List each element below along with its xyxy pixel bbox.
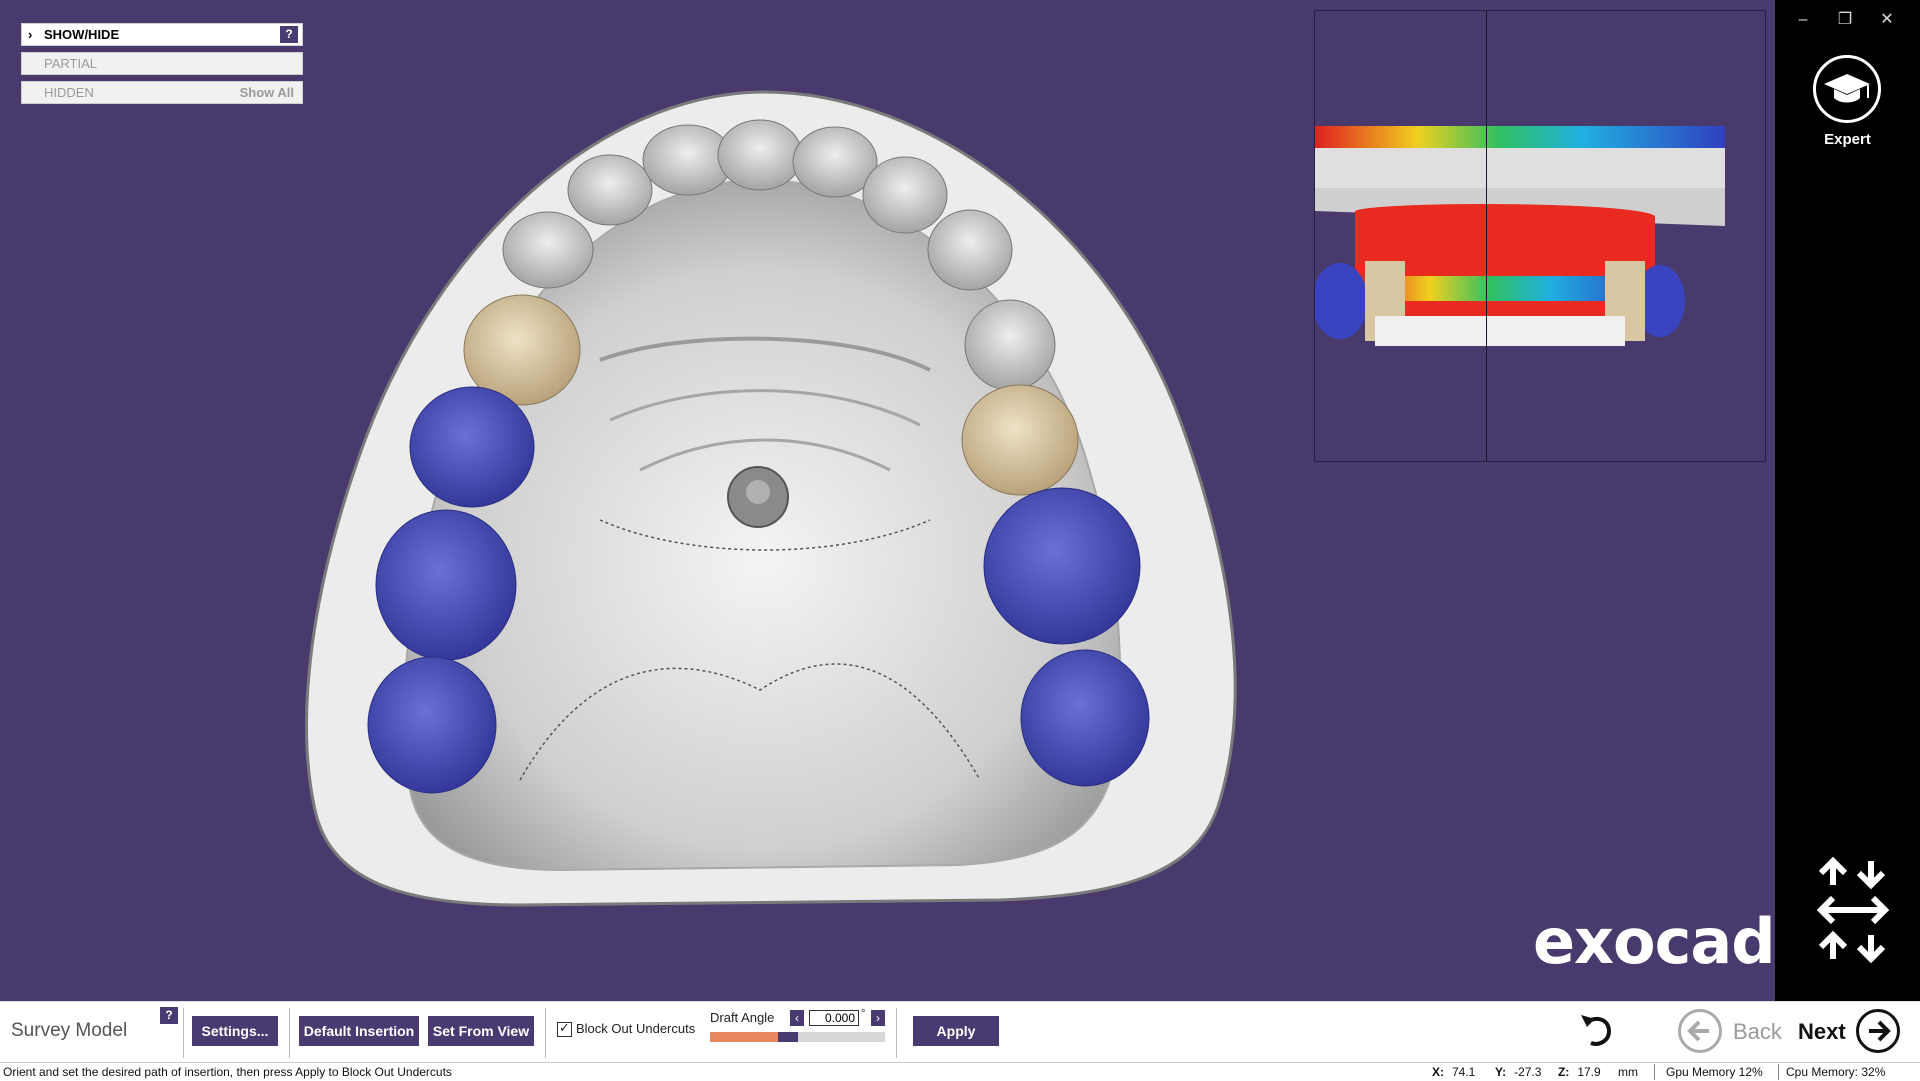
divider bbox=[545, 1008, 546, 1058]
hidden-row[interactable]: HIDDEN Show All bbox=[21, 81, 303, 104]
slider-thumb[interactable] bbox=[778, 1032, 798, 1042]
default-insertion-button[interactable]: Default Insertion bbox=[299, 1016, 419, 1046]
next-label: Next bbox=[1798, 1019, 1846, 1044]
side-view-model bbox=[1315, 126, 1725, 346]
partial-label: PARTIAL bbox=[44, 56, 97, 71]
divider bbox=[1654, 1064, 1655, 1080]
undo-icon[interactable] bbox=[1575, 1011, 1615, 1051]
show-hide-panel: › SHOW/HIDE ? PARTIAL HIDDEN Show All bbox=[21, 23, 303, 110]
restore-icon[interactable]: ❐ bbox=[1825, 6, 1865, 34]
y-coordinate: Y: -27.3 bbox=[1495, 1065, 1542, 1079]
chevron-right-icon: › bbox=[28, 27, 33, 42]
apply-button[interactable]: Apply bbox=[913, 1016, 999, 1046]
degree-unit: ° bbox=[861, 1008, 866, 1020]
gpu-memory: Gpu Memory 12% bbox=[1666, 1065, 1763, 1079]
x-coordinate: X: 74.1 bbox=[1432, 1065, 1476, 1079]
settings-button[interactable]: Settings... bbox=[192, 1016, 278, 1046]
toolbar-help-button[interactable]: ? bbox=[160, 1007, 178, 1024]
increase-icon[interactable]: › bbox=[871, 1010, 885, 1026]
arrow-right-icon bbox=[1856, 1009, 1900, 1053]
3d-viewport[interactable]: › SHOW/HIDE ? PARTIAL HIDDEN Show All ex… bbox=[0, 0, 1775, 1001]
draft-angle-label: Draft Angle bbox=[710, 1010, 775, 1025]
bottom-toolbar: Survey Model ? Settings... Default Inser… bbox=[0, 1001, 1920, 1062]
cpu-memory: Cpu Memory: 32% bbox=[1786, 1065, 1886, 1079]
set-from-view-button[interactable]: Set From View bbox=[428, 1016, 534, 1046]
block-out-label: Block Out Undercuts bbox=[576, 1021, 696, 1036]
show-all-button[interactable]: Show All bbox=[240, 82, 294, 103]
divider bbox=[1778, 1064, 1779, 1080]
graduation-cap-icon bbox=[1824, 74, 1870, 103]
exocad-logo: exocad bbox=[1533, 905, 1775, 978]
step-title: Survey Model bbox=[11, 1020, 128, 1041]
side-view-preview[interactable] bbox=[1314, 10, 1766, 462]
draft-angle-stepper: ‹ 0.000 ° › bbox=[790, 1008, 885, 1028]
block-out-undercuts-checkbox[interactable]: Block Out Undercuts bbox=[557, 1020, 696, 1038]
divider bbox=[896, 1008, 897, 1058]
help-button[interactable]: ? bbox=[280, 26, 298, 43]
status-message: Orient and set the desired path of inser… bbox=[3, 1065, 452, 1079]
slider-fill bbox=[710, 1032, 778, 1042]
arrow-left-icon bbox=[1678, 1009, 1722, 1053]
minimize-icon[interactable]: – bbox=[1783, 6, 1823, 34]
divider bbox=[183, 1008, 184, 1058]
draft-angle-input[interactable]: 0.000 bbox=[809, 1010, 859, 1026]
back-button[interactable]: Back bbox=[1678, 1007, 1788, 1057]
decrease-icon[interactable]: ‹ bbox=[790, 1010, 804, 1026]
hidden-label: HIDDEN bbox=[44, 85, 94, 100]
status-bar: Orient and set the desired path of inser… bbox=[0, 1062, 1920, 1081]
close-icon[interactable]: ✕ bbox=[1867, 6, 1907, 34]
back-label: Back bbox=[1733, 1019, 1782, 1044]
divider bbox=[289, 1008, 290, 1058]
minimap-divider bbox=[1486, 11, 1487, 461]
view-arrows-icon[interactable] bbox=[1813, 855, 1893, 965]
coordinate-unit: mm bbox=[1618, 1065, 1638, 1079]
next-button[interactable]: Next bbox=[1798, 1007, 1908, 1057]
show-hide-label: SHOW/HIDE bbox=[44, 27, 120, 42]
expert-label: Expert bbox=[1824, 131, 1871, 148]
partial-row[interactable]: PARTIAL bbox=[21, 52, 303, 75]
checkbox-icon[interactable] bbox=[557, 1020, 572, 1038]
z-coordinate: Z: 17.9 bbox=[1558, 1065, 1601, 1079]
draft-angle-slider[interactable] bbox=[710, 1032, 885, 1042]
right-sidebar: – ❐ ✕ Expert bbox=[1775, 0, 1920, 1001]
show-hide-header[interactable]: › SHOW/HIDE ? bbox=[21, 23, 303, 46]
expert-button[interactable] bbox=[1813, 55, 1881, 123]
